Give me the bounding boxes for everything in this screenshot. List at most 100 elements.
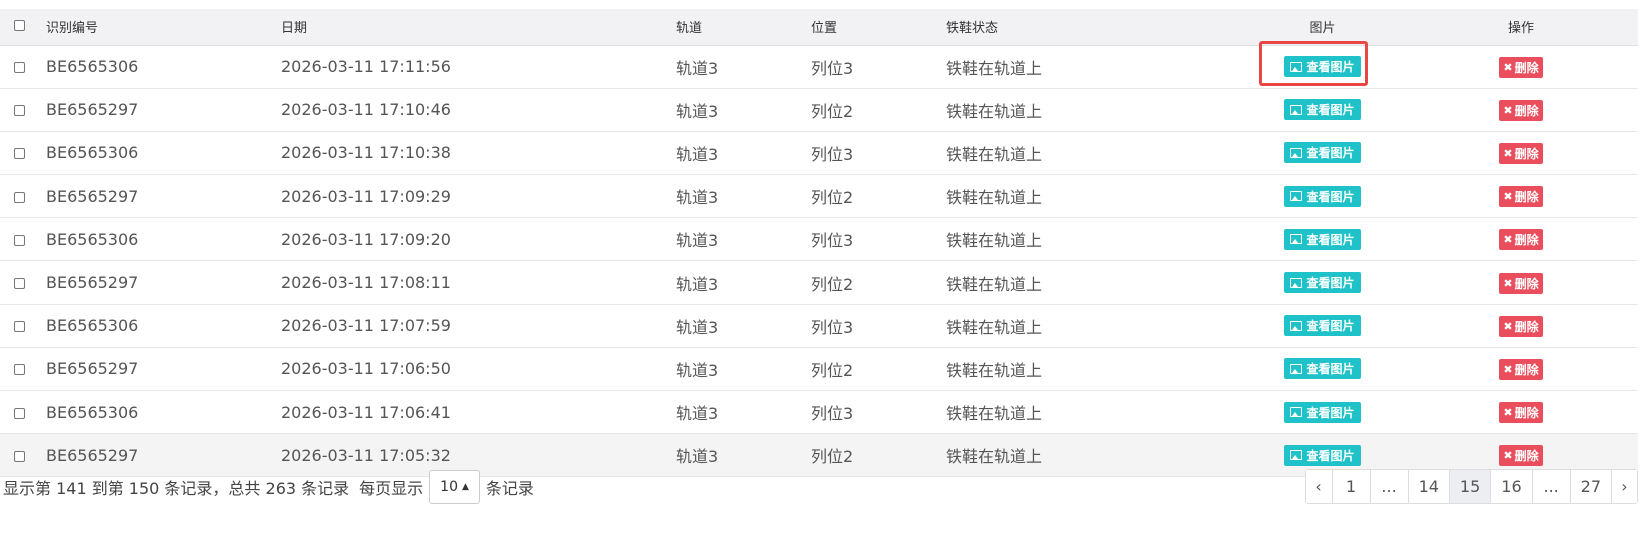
view-image-label: 查看图片 xyxy=(1306,319,1355,334)
cell-action: ✖ 删除 xyxy=(1404,347,1638,390)
delete-button[interactable]: ✖ 删除 xyxy=(1499,402,1543,424)
delete-button[interactable]: ✖ 删除 xyxy=(1499,56,1543,78)
x-icon: ✖ xyxy=(1503,233,1513,247)
image-icon xyxy=(1290,407,1303,418)
cell-date: 2026-03-11 17:09:29 xyxy=(281,186,451,206)
row-checkbox[interactable] xyxy=(14,105,25,117)
cell-track: 轨道3 xyxy=(676,101,719,121)
image-icon xyxy=(1290,363,1303,374)
per-page-prefix: 每页显示 xyxy=(359,479,424,498)
view-image-button[interactable]: 查看图片 xyxy=(1284,444,1361,466)
records-table: 识别编号 日期 轨道 位置 铁鞋状态 图片 操作 BE6565306 2026-0… xyxy=(0,9,1638,477)
cell-date: 2026-03-11 17:11:56 xyxy=(281,57,451,77)
cell-action: ✖ 删除 xyxy=(1404,304,1638,347)
table-row[interactable]: BE6565297 2026-03-11 17:10:46 轨道3 列位2 铁鞋在轨道上… xyxy=(0,88,1638,132)
cell-position: 列位3 xyxy=(811,404,854,424)
delete-label: 删除 xyxy=(1514,406,1539,421)
next-page-button[interactable]: › xyxy=(1611,470,1637,503)
cell-track: 轨道3 xyxy=(676,231,719,251)
cell-image: 查看图片 xyxy=(1241,218,1404,261)
view-image-button[interactable]: 查看图片 xyxy=(1284,315,1361,337)
cell-status: 铁鞋在轨道上 xyxy=(946,360,1043,380)
cell-action: ✖ 删除 xyxy=(1404,391,1638,434)
row-checkbox[interactable] xyxy=(14,148,25,160)
delete-button[interactable]: ✖ 删除 xyxy=(1499,229,1543,251)
page-ellipsis[interactable]: ... xyxy=(1369,470,1408,503)
view-image-button[interactable]: 查看图片 xyxy=(1284,228,1361,250)
pagination-info: 显示第 141 到第 150 条记录，总共 263 条记录 每页显示 10 ▲ … xyxy=(3,469,534,505)
caret-up-icon: ▲ xyxy=(461,482,469,492)
cell-id: BE6565306 xyxy=(46,143,139,163)
record-summary: 显示第 141 到第 150 条记录，总共 263 条记录 xyxy=(3,479,350,498)
select-all-cell xyxy=(0,9,46,46)
view-image-label: 查看图片 xyxy=(1306,405,1355,420)
x-icon: ✖ xyxy=(1503,449,1513,463)
table-row[interactable]: BE6565297 2026-03-11 17:06:50 轨道3 列位2 铁鞋在轨道上… xyxy=(0,347,1638,391)
col-header-date[interactable]: 日期 xyxy=(281,9,676,46)
delete-button[interactable]: ✖ 删除 xyxy=(1499,358,1543,380)
table-row[interactable]: BE6565306 2026-03-11 17:11:56 轨道3 列位3 铁鞋在轨道上… xyxy=(0,45,1638,89)
col-header-track[interactable]: 轨道 xyxy=(676,9,811,46)
row-checkbox[interactable] xyxy=(14,62,25,74)
row-checkbox[interactable] xyxy=(14,234,25,246)
select-all-checkbox[interactable] xyxy=(14,20,25,32)
delete-label: 删除 xyxy=(1514,319,1539,334)
image-icon xyxy=(1290,147,1303,158)
delete-button[interactable]: ✖ 删除 xyxy=(1499,445,1543,467)
view-image-button[interactable]: 查看图片 xyxy=(1284,358,1361,380)
delete-button[interactable]: ✖ 删除 xyxy=(1499,142,1543,164)
cell-date: 2026-03-11 17:07:59 xyxy=(281,316,451,336)
cell-track: 轨道3 xyxy=(676,447,719,467)
cell-position: 列位2 xyxy=(811,274,854,294)
table-row[interactable]: BE6565306 2026-03-11 17:09:20 轨道3 列位3 铁鞋在轨道上… xyxy=(0,218,1638,261)
cell-status: 铁鞋在轨道上 xyxy=(946,274,1043,294)
row-checkbox[interactable] xyxy=(14,450,25,462)
table-row[interactable]: BE6565306 2026-03-11 17:07:59 轨道3 列位3 铁鞋在轨道上… xyxy=(0,304,1638,348)
delete-button[interactable]: ✖ 删除 xyxy=(1499,186,1543,208)
page-button-27[interactable]: 27 xyxy=(1569,470,1611,503)
x-icon: ✖ xyxy=(1503,276,1513,290)
col-header-id[interactable]: 识别编号 xyxy=(46,9,281,46)
row-checkbox-cell xyxy=(0,347,46,390)
delete-label: 删除 xyxy=(1514,146,1539,161)
cell-image: 查看图片 xyxy=(1241,131,1404,174)
image-icon xyxy=(1290,277,1303,288)
view-image-button[interactable]: 查看图片 xyxy=(1284,401,1361,423)
prev-page-button[interactable]: ‹ xyxy=(1305,470,1332,503)
view-image-label: 查看图片 xyxy=(1306,232,1355,247)
row-checkbox[interactable] xyxy=(14,364,25,376)
x-icon: ✖ xyxy=(1503,190,1513,204)
x-icon: ✖ xyxy=(1503,319,1513,333)
image-icon xyxy=(1290,234,1303,245)
row-checkbox[interactable] xyxy=(14,191,25,203)
col-header-action: 操作 xyxy=(1404,9,1638,46)
delete-button[interactable]: ✖ 删除 xyxy=(1499,315,1543,337)
view-image-button[interactable]: 查看图片 xyxy=(1284,56,1361,78)
view-image-button[interactable]: 查看图片 xyxy=(1284,272,1361,294)
view-image-button[interactable]: 查看图片 xyxy=(1284,99,1361,121)
page-button-16[interactable]: 16 xyxy=(1490,470,1532,503)
page-button-14[interactable]: 14 xyxy=(1407,470,1449,503)
row-checkbox[interactable] xyxy=(14,278,25,290)
delete-button[interactable]: ✖ 删除 xyxy=(1499,272,1543,294)
table-row[interactable]: BE6565306 2026-03-11 17:10:38 轨道3 列位3 铁鞋在轨道上… xyxy=(0,131,1638,175)
cell-image: 查看图片 xyxy=(1241,347,1404,390)
page-ellipsis[interactable]: ... xyxy=(1531,470,1570,503)
table-row[interactable]: BE6565297 2026-03-11 17:08:11 轨道3 列位2 铁鞋在轨道上… xyxy=(0,261,1638,305)
view-image-button[interactable]: 查看图片 xyxy=(1284,185,1361,207)
view-image-button[interactable]: 查看图片 xyxy=(1284,142,1361,164)
table-row[interactable]: BE6565297 2026-03-11 17:09:29 轨道3 列位2 铁鞋在轨道上… xyxy=(0,175,1638,218)
table-row[interactable]: BE6565306 2026-03-11 17:06:41 轨道3 列位3 铁鞋在轨道上… xyxy=(0,391,1638,434)
cell-position: 列位2 xyxy=(811,188,854,208)
cell-position: 列位3 xyxy=(811,58,854,78)
col-header-status[interactable]: 铁鞋状态 xyxy=(946,9,1241,46)
delete-label: 删除 xyxy=(1514,60,1539,75)
row-checkbox[interactable] xyxy=(14,407,25,419)
col-header-position[interactable]: 位置 xyxy=(811,9,946,46)
delete-button[interactable]: ✖ 删除 xyxy=(1499,99,1543,121)
row-checkbox[interactable] xyxy=(14,321,25,333)
page-button-1[interactable]: 1 xyxy=(1331,470,1370,503)
per-page-suffix: 条记录 xyxy=(485,479,534,498)
page-button-15[interactable]: 15 xyxy=(1448,470,1491,503)
page-size-dropdown[interactable]: 10 ▲ xyxy=(429,470,480,504)
